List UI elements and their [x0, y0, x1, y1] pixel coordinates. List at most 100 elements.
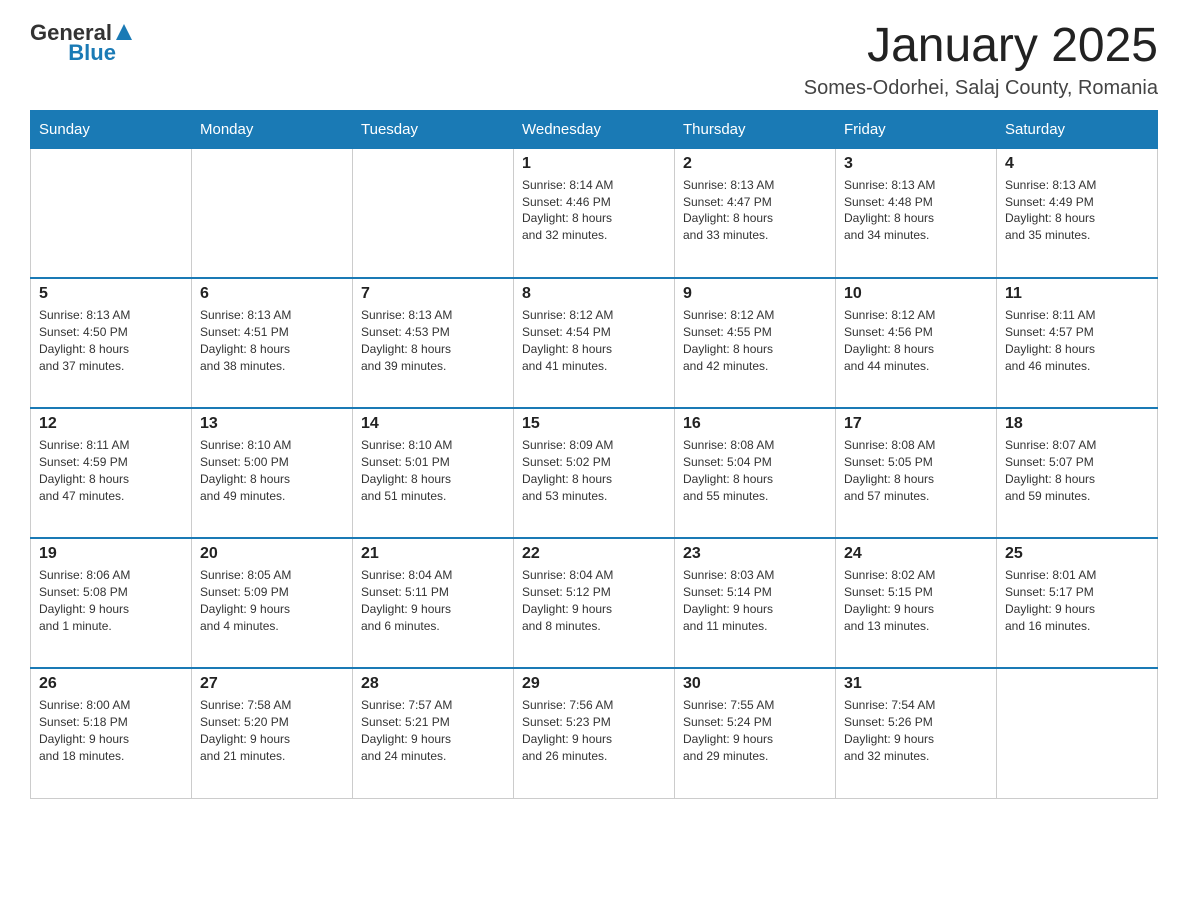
week-row-2: 5Sunrise: 8:13 AM Sunset: 4:50 PM Daylig…	[31, 278, 1158, 408]
header-day-thursday: Thursday	[675, 110, 836, 148]
calendar-cell: 8 Sunrise: 8:12 AM Sunset: 4:54 PM Daylig…	[514, 278, 675, 408]
day-info: Sunrise: 8:08 AM Sunset: 5:04 PM Dayligh…	[683, 437, 827, 504]
day-number: 13	[200, 415, 344, 433]
day-number: 9	[683, 285, 827, 303]
calendar-cell: 10Sunrise: 8:12 AM Sunset: 4:56 PM Dayli…	[836, 278, 997, 408]
day-info: Sunrise: 8:11 AM Sunset: 4:57 PM Dayligh…	[1005, 307, 1149, 374]
calendar-cell: 14Sunrise: 8:10 AM Sunset: 5:01 PM Dayli…	[353, 408, 514, 538]
day-number: 23	[683, 545, 827, 563]
calendar-cell: 2 Sunrise: 8:13 AM Sunset: 4:47 PM Daylig…	[675, 148, 836, 278]
day-info: Sunrise: 8:12 AM Sunset: 4:55 PM Dayligh…	[683, 307, 827, 374]
title-section: January 2025 Somes-Odorhei, Salaj County…	[804, 20, 1158, 100]
calendar-cell	[192, 148, 353, 278]
month-title: January 2025	[804, 20, 1158, 73]
day-number: 26	[39, 675, 183, 693]
header-day-saturday: Saturday	[997, 110, 1158, 148]
day-number: 17	[844, 415, 988, 433]
day-number: 16	[683, 415, 827, 433]
week-row-1: 1 Sunrise: 8:14 AM Sunset: 4:46 PM Daylig…	[31, 148, 1158, 278]
day-info: Sunrise: 8:08 AM Sunset: 5:05 PM Dayligh…	[844, 437, 988, 504]
day-number: 6	[200, 285, 344, 303]
calendar-cell: 29 Sunrise: 7:56 AM Sunset: 5:23 PM Dayli…	[514, 668, 675, 798]
calendar-cell: 9 Sunrise: 8:12 AM Sunset: 4:55 PM Daylig…	[675, 278, 836, 408]
day-info: Sunrise: 7:56 AM Sunset: 5:23 PM Dayligh…	[522, 697, 666, 764]
calendar-cell: 28Sunrise: 7:57 AM Sunset: 5:21 PM Dayli…	[353, 668, 514, 798]
day-number: 29	[522, 675, 666, 693]
calendar-cell: 12 Sunrise: 8:11 AM Sunset: 4:59 PM Dayli…	[31, 408, 192, 538]
header-day-wednesday: Wednesday	[514, 110, 675, 148]
location: Somes-Odorhei, Salaj County, Romania	[804, 77, 1158, 100]
day-number: 1	[522, 155, 666, 173]
calendar-cell: 21 Sunrise: 8:04 AM Sunset: 5:11 PM Dayli…	[353, 538, 514, 668]
day-number: 12	[39, 415, 183, 433]
calendar-cell: 16 Sunrise: 8:08 AM Sunset: 5:04 PM Dayli…	[675, 408, 836, 538]
calendar-cell: 20Sunrise: 8:05 AM Sunset: 5:09 PM Dayli…	[192, 538, 353, 668]
calendar-cell: 23 Sunrise: 8:03 AM Sunset: 5:14 PM Dayli…	[675, 538, 836, 668]
day-number: 11	[1005, 285, 1149, 303]
calendar-cell: 5Sunrise: 8:13 AM Sunset: 4:50 PM Daylig…	[31, 278, 192, 408]
day-info: Sunrise: 8:13 AM Sunset: 4:51 PM Dayligh…	[200, 307, 344, 374]
day-info: Sunrise: 8:09 AM Sunset: 5:02 PM Dayligh…	[522, 437, 666, 504]
week-row-4: 19 Sunrise: 8:06 AM Sunset: 5:08 PM Dayli…	[31, 538, 1158, 668]
day-info: Sunrise: 7:57 AM Sunset: 5:21 PM Dayligh…	[361, 697, 505, 764]
day-number: 7	[361, 285, 505, 303]
day-info: Sunrise: 8:07 AM Sunset: 5:07 PM Dayligh…	[1005, 437, 1149, 504]
week-row-5: 26 Sunrise: 8:00 AM Sunset: 5:18 PM Dayli…	[31, 668, 1158, 798]
day-info: Sunrise: 7:55 AM Sunset: 5:24 PM Dayligh…	[683, 697, 827, 764]
day-info: Sunrise: 8:13 AM Sunset: 4:49 PM Dayligh…	[1005, 177, 1149, 244]
calendar-cell: 13Sunrise: 8:10 AM Sunset: 5:00 PM Dayli…	[192, 408, 353, 538]
day-info: Sunrise: 8:03 AM Sunset: 5:14 PM Dayligh…	[683, 567, 827, 634]
day-info: Sunrise: 8:14 AM Sunset: 4:46 PM Dayligh…	[522, 177, 666, 244]
calendar-cell: 6 Sunrise: 8:13 AM Sunset: 4:51 PM Daylig…	[192, 278, 353, 408]
logo: General Blue	[30, 20, 134, 66]
day-info: Sunrise: 8:11 AM Sunset: 4:59 PM Dayligh…	[39, 437, 183, 504]
day-number: 2	[683, 155, 827, 173]
calendar-cell: 18 Sunrise: 8:07 AM Sunset: 5:07 PM Dayli…	[997, 408, 1158, 538]
day-info: Sunrise: 8:04 AM Sunset: 5:11 PM Dayligh…	[361, 567, 505, 634]
day-info: Sunrise: 8:12 AM Sunset: 4:54 PM Dayligh…	[522, 307, 666, 374]
page-header: General Blue January 2025 Somes-Odorhei,…	[30, 20, 1158, 100]
calendar-table: SundayMondayTuesdayWednesdayThursdayFrid…	[30, 110, 1158, 799]
calendar-cell: 11 Sunrise: 8:11 AM Sunset: 4:57 PM Dayli…	[997, 278, 1158, 408]
day-info: Sunrise: 8:02 AM Sunset: 5:15 PM Dayligh…	[844, 567, 988, 634]
calendar-cell: 17 Sunrise: 8:08 AM Sunset: 5:05 PM Dayli…	[836, 408, 997, 538]
header-row: SundayMondayTuesdayWednesdayThursdayFrid…	[31, 110, 1158, 148]
day-info: Sunrise: 8:10 AM Sunset: 5:01 PM Dayligh…	[361, 437, 505, 504]
day-number: 19	[39, 545, 183, 563]
day-info: Sunrise: 8:04 AM Sunset: 5:12 PM Dayligh…	[522, 567, 666, 634]
day-info: Sunrise: 8:13 AM Sunset: 4:50 PM Dayligh…	[39, 307, 183, 374]
day-info: Sunrise: 8:05 AM Sunset: 5:09 PM Dayligh…	[200, 567, 344, 634]
day-info: Sunrise: 8:00 AM Sunset: 5:18 PM Dayligh…	[39, 697, 183, 764]
calendar-cell: 22 Sunrise: 8:04 AM Sunset: 5:12 PM Dayli…	[514, 538, 675, 668]
calendar-cell: 4 Sunrise: 8:13 AM Sunset: 4:49 PM Daylig…	[997, 148, 1158, 278]
day-info: Sunrise: 8:13 AM Sunset: 4:47 PM Dayligh…	[683, 177, 827, 244]
day-number: 22	[522, 545, 666, 563]
day-info: Sunrise: 7:54 AM Sunset: 5:26 PM Dayligh…	[844, 697, 988, 764]
calendar-cell: 7 Sunrise: 8:13 AM Sunset: 4:53 PM Daylig…	[353, 278, 514, 408]
header-day-monday: Monday	[192, 110, 353, 148]
calendar-cell: 31Sunrise: 7:54 AM Sunset: 5:26 PM Dayli…	[836, 668, 997, 798]
day-number: 4	[1005, 155, 1149, 173]
day-info: Sunrise: 8:06 AM Sunset: 5:08 PM Dayligh…	[39, 567, 183, 634]
calendar-cell	[997, 668, 1158, 798]
logo-blue: Blue	[68, 40, 134, 66]
day-number: 25	[1005, 545, 1149, 563]
day-number: 8	[522, 285, 666, 303]
calendar-cell: 27Sunrise: 7:58 AM Sunset: 5:20 PM Dayli…	[192, 668, 353, 798]
day-number: 10	[844, 285, 988, 303]
logo-triangle-icon	[114, 22, 134, 42]
calendar-cell: 15Sunrise: 8:09 AM Sunset: 5:02 PM Dayli…	[514, 408, 675, 538]
calendar-cell: 24Sunrise: 8:02 AM Sunset: 5:15 PM Dayli…	[836, 538, 997, 668]
calendar-cell: 1 Sunrise: 8:14 AM Sunset: 4:46 PM Daylig…	[514, 148, 675, 278]
calendar-cell: 30Sunrise: 7:55 AM Sunset: 5:24 PM Dayli…	[675, 668, 836, 798]
day-info: Sunrise: 8:13 AM Sunset: 4:48 PM Dayligh…	[844, 177, 988, 244]
calendar-cell: 3 Sunrise: 8:13 AM Sunset: 4:48 PM Daylig…	[836, 148, 997, 278]
day-number: 21	[361, 545, 505, 563]
calendar-cell: 25Sunrise: 8:01 AM Sunset: 5:17 PM Dayli…	[997, 538, 1158, 668]
day-number: 3	[844, 155, 988, 173]
day-number: 18	[1005, 415, 1149, 433]
calendar-cell	[353, 148, 514, 278]
calendar-cell: 26 Sunrise: 8:00 AM Sunset: 5:18 PM Dayli…	[31, 668, 192, 798]
calendar-cell	[31, 148, 192, 278]
day-info: Sunrise: 8:13 AM Sunset: 4:53 PM Dayligh…	[361, 307, 505, 374]
